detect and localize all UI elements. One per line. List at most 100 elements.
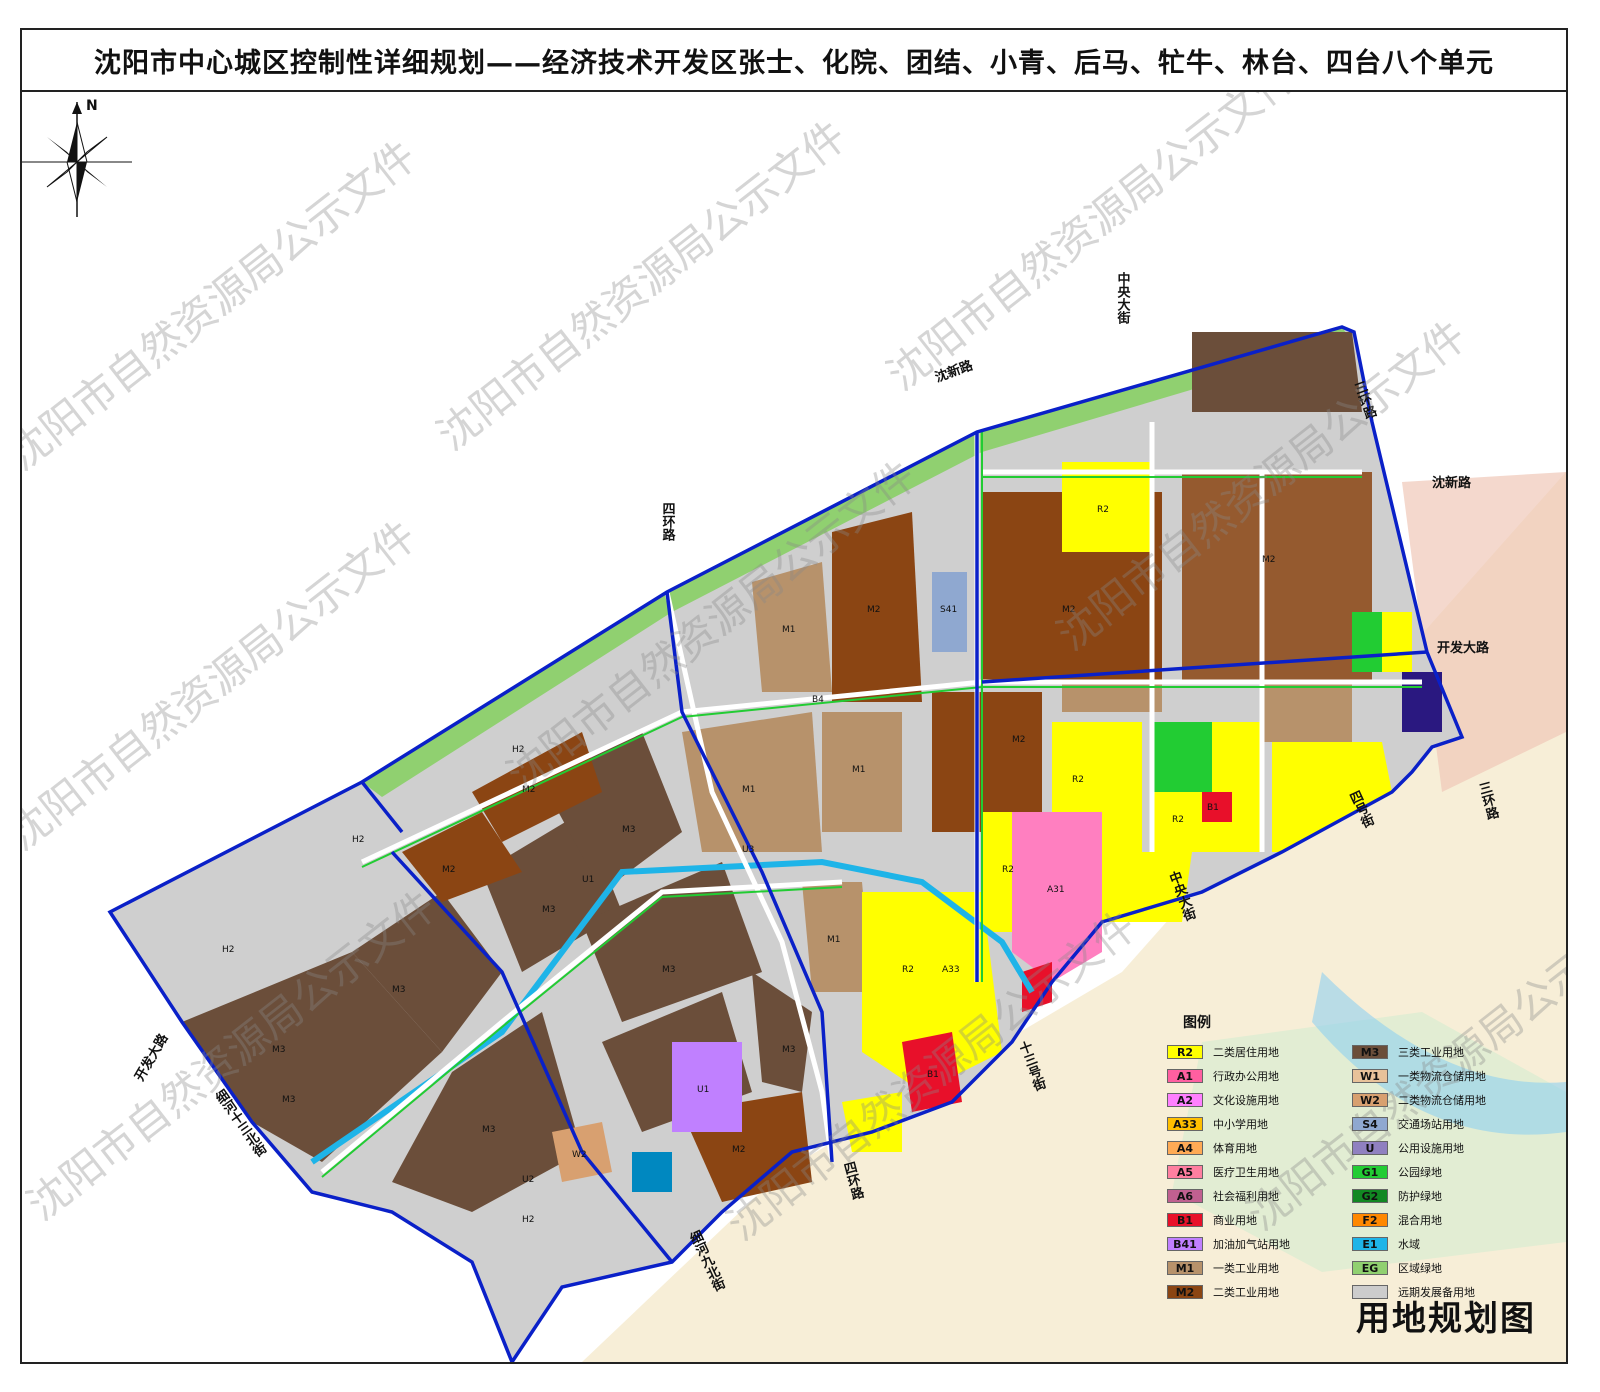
- label-m3-d: M3: [482, 1125, 496, 1135]
- label-w2: W2: [572, 1150, 587, 1160]
- legend-item: M3 三类工业用地: [1352, 1042, 1464, 1062]
- label-m3-f: M3: [622, 825, 636, 835]
- legend-item: G2 防护绿地: [1352, 1186, 1442, 1206]
- legend-swatch: B41: [1167, 1237, 1203, 1251]
- legend-swatch: W2: [1352, 1093, 1388, 1107]
- legend-title: 图例: [1183, 1015, 1211, 1031]
- parcel-r2-i: [1382, 612, 1412, 672]
- legend-item: A6 社会福利用地: [1167, 1186, 1279, 1206]
- legend-label: 公用设施用地: [1398, 1142, 1464, 1155]
- legend-swatch: S4: [1352, 1117, 1388, 1131]
- label-u1-b: U1: [582, 875, 594, 885]
- road-label-shenxin-2: 沈新路: [1432, 475, 1472, 491]
- label-r2-a: R2: [1072, 775, 1084, 785]
- legend-item: R2 二类居住用地: [1167, 1042, 1279, 1062]
- map-title: 用地规划图: [1356, 1299, 1536, 1339]
- legend-label: 行政办公用地: [1213, 1070, 1279, 1083]
- legend-item: EG 区域绿地: [1352, 1258, 1442, 1278]
- label-m3-h: M3: [782, 1045, 796, 1055]
- legend-swatch: A6: [1167, 1189, 1203, 1203]
- legend-swatch: M1: [1167, 1261, 1203, 1275]
- label-a31: A31: [1047, 885, 1065, 895]
- parcel-m2-h: [982, 692, 1042, 812]
- parcel-g1-b: [1352, 612, 1382, 672]
- legend-swatch: G1: [1352, 1165, 1388, 1179]
- legend-label: 二类工业用地: [1213, 1286, 1279, 1299]
- legend-label: 二类居住用地: [1213, 1046, 1279, 1059]
- label-h2-d: H2: [522, 1215, 535, 1225]
- road-label-kaifa-1: 开发大路: [1437, 640, 1490, 656]
- label-m2-c: M2: [867, 605, 881, 615]
- legend-item: U 公用设施用地: [1352, 1138, 1464, 1158]
- legend-swatch: W1: [1352, 1069, 1388, 1083]
- label-m3-e: M3: [542, 905, 556, 915]
- legend-item: W2 二类物流仓储用地: [1352, 1090, 1486, 1110]
- watermark-2: 沈阳市自然资源局公示文件: [428, 111, 855, 460]
- legend-item: G1 公园绿地: [1352, 1162, 1442, 1182]
- legend-swatch: B1: [1167, 1213, 1203, 1227]
- legend-swatch: A4: [1167, 1141, 1203, 1155]
- label-m2-f: M2: [1012, 735, 1026, 745]
- label-m1-d: M1: [827, 935, 841, 945]
- legend-swatch: R2: [1167, 1045, 1203, 1059]
- legend-item: A5 医疗卫生用地: [1167, 1162, 1279, 1182]
- legend: 图例 R2 二类居住用地 A1 行政办公用地 A2 文化设施用地 A33 中小学用地 A4 体育用…: [1167, 1012, 1537, 1312]
- label-m1-b: M1: [852, 765, 866, 775]
- legend-item: F2 混合用地: [1352, 1210, 1442, 1230]
- label-r2-d: R2: [902, 965, 914, 975]
- label-b4: B4: [812, 695, 824, 705]
- label-u3: U3: [742, 845, 754, 855]
- legend-label: 一类物流仓储用地: [1398, 1070, 1486, 1083]
- parcel-g1-a: [1152, 722, 1212, 792]
- label-m2-e: M2: [1262, 555, 1276, 565]
- label-u2: U2: [522, 1175, 534, 1185]
- legend-swatch: A1: [1167, 1069, 1203, 1083]
- legend-label: 医疗卫生用地: [1213, 1166, 1279, 1179]
- label-m2-g: M2: [732, 1145, 746, 1155]
- legend-label: 公园绿地: [1398, 1166, 1442, 1179]
- label-r2-b: R2: [1172, 815, 1184, 825]
- label-h2-c: H2: [352, 835, 365, 845]
- parcel-m1-a: [682, 712, 822, 852]
- legend-label: 社会福利用地: [1213, 1190, 1279, 1203]
- legend-label: 商业用地: [1213, 1214, 1257, 1227]
- legend-swatch: U: [1352, 1141, 1388, 1155]
- label-m1-c: M1: [782, 625, 796, 635]
- legend-label: 加油加气站用地: [1213, 1238, 1290, 1251]
- label-a33: A33: [942, 965, 960, 975]
- legend-swatch: E1: [1352, 1237, 1388, 1251]
- legend-label: 二类物流仓储用地: [1398, 1094, 1486, 1107]
- legend-swatch: F2: [1352, 1213, 1388, 1227]
- legend-item: S4 交通场站用地: [1352, 1114, 1464, 1134]
- page-title: 沈阳市中心城区控制性详细规划——经济技术开发区张士、化院、团结、小青、后马、牤牛…: [22, 30, 1566, 92]
- legend-item: M2 二类工业用地: [1167, 1282, 1279, 1302]
- label-m3-b: M3: [282, 1095, 296, 1105]
- north-label: N: [86, 98, 98, 114]
- label-r2-e: R2: [1002, 865, 1014, 875]
- road-label-sihuan-1: 四环路: [660, 502, 676, 541]
- legend-label: 交通场站用地: [1398, 1118, 1464, 1131]
- legend-item: A1 行政办公用地: [1167, 1066, 1279, 1086]
- label-h2-b: H2: [222, 945, 235, 955]
- north-arrow: N: [22, 98, 132, 217]
- legend-label: 区域绿地: [1398, 1262, 1442, 1275]
- label-u1-a: U1: [697, 1085, 709, 1095]
- legend-label: 中小学用地: [1213, 1118, 1268, 1131]
- legend-label: 三类工业用地: [1398, 1046, 1464, 1059]
- parcel-m1-f: [1262, 682, 1352, 742]
- legend-swatch: A33: [1167, 1117, 1203, 1131]
- legend-item: W1 一类物流仓储用地: [1352, 1066, 1486, 1086]
- legend-label: 水域: [1398, 1238, 1420, 1251]
- land-use-map: M3 M3 M3 M3 M3 M3 M3 M3 M2 M2 M2 M2 M2 M…: [22, 92, 1566, 1362]
- legend-item: A4 体育用地: [1167, 1138, 1257, 1158]
- road-label-zhongyang-1: 中央大街: [1115, 271, 1132, 325]
- legend-swatch: G2: [1352, 1189, 1388, 1203]
- label-m3-c: M3: [392, 985, 406, 995]
- legend-swatch: EG: [1352, 1261, 1388, 1275]
- label-m1-a: M1: [742, 785, 756, 795]
- label-m3-g: M3: [662, 965, 676, 975]
- legend-label: 防护绿地: [1398, 1190, 1442, 1203]
- legend-item: B41 加油加气站用地: [1167, 1234, 1290, 1254]
- legend-item: A2 文化设施用地: [1167, 1090, 1279, 1110]
- legend-item: M1 一类工业用地: [1167, 1258, 1279, 1278]
